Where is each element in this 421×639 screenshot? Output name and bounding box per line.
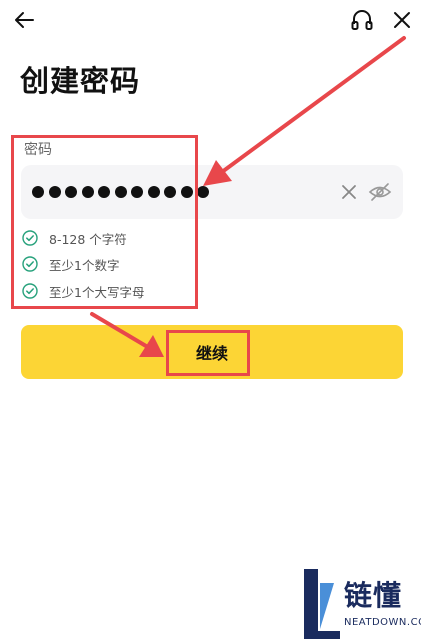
clear-password-button[interactable] xyxy=(339,182,359,202)
back-button[interactable] xyxy=(10,8,38,32)
annotation-arrow-to-password xyxy=(203,36,406,186)
annotation-highlight-password xyxy=(11,135,198,309)
watermark-logo-icon xyxy=(304,569,340,639)
password-dot xyxy=(197,186,209,198)
support-button[interactable] xyxy=(350,8,374,34)
headset-icon xyxy=(351,10,373,30)
page-title: 创建密码 xyxy=(20,64,141,98)
watermark-url: NEATDOWN.COM xyxy=(344,617,421,628)
eye-off-icon xyxy=(368,183,392,201)
annotation-highlight-continue xyxy=(166,330,250,376)
arrow-left-icon xyxy=(15,12,34,28)
toggle-visibility-button[interactable] xyxy=(368,181,392,203)
close-icon xyxy=(394,12,410,28)
close-button[interactable] xyxy=(390,8,414,32)
clear-x-icon xyxy=(342,185,356,199)
watermark-brand: 链懂 xyxy=(344,579,403,612)
